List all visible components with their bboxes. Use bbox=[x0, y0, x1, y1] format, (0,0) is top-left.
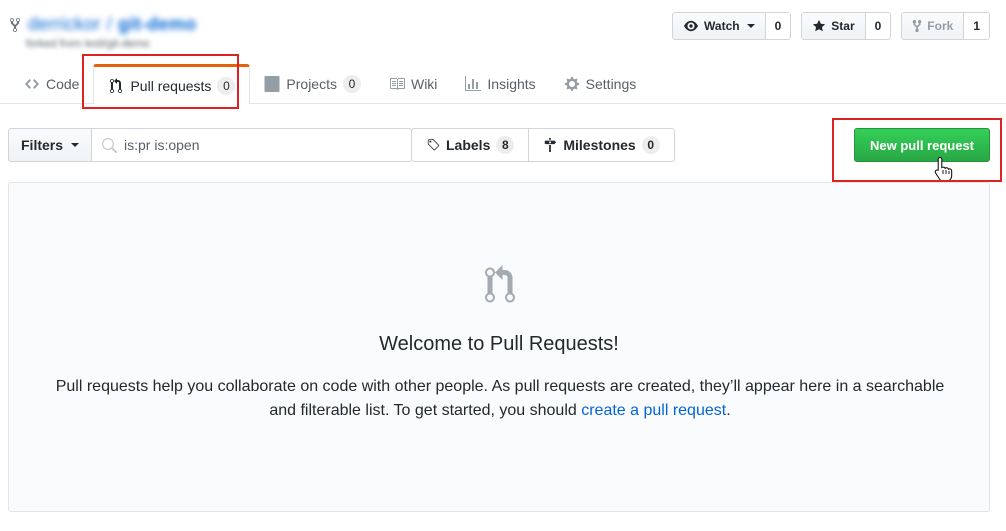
tab-label: Code bbox=[46, 76, 80, 92]
fork-count[interactable]: 1 bbox=[963, 13, 989, 39]
fork-group: Fork 1 bbox=[901, 12, 990, 40]
filters-button[interactable]: Filters bbox=[8, 128, 93, 162]
search-input[interactable] bbox=[124, 129, 405, 161]
fork-label: Fork bbox=[927, 19, 954, 33]
star-count[interactable]: 0 bbox=[864, 13, 891, 39]
milestones-label: Milestones bbox=[563, 137, 636, 153]
hand-pointer-icon bbox=[934, 156, 953, 182]
graph-icon bbox=[465, 76, 482, 91]
gear-icon bbox=[564, 77, 579, 91]
repo-owner-link[interactable]: derrickor bbox=[28, 14, 101, 35]
tab-label: Pull requests bbox=[130, 77, 212, 94]
labels-link[interactable]: Labels 8 bbox=[412, 129, 528, 161]
tab-wiki[interactable]: Wiki bbox=[375, 64, 451, 104]
tag-icon bbox=[427, 138, 440, 151]
git-pull-request-icon bbox=[110, 77, 123, 93]
desc-end: . bbox=[726, 402, 731, 419]
eye-icon bbox=[684, 20, 699, 32]
new-pull-request-button[interactable]: New pull request bbox=[854, 128, 990, 162]
chevron-down-icon bbox=[71, 143, 80, 147]
subnav: Filters bbox=[8, 128, 413, 162]
tab-label: Insights bbox=[487, 76, 536, 92]
repo-forked-icon bbox=[912, 19, 922, 33]
tab-label: Settings bbox=[585, 76, 637, 92]
book-icon bbox=[389, 78, 405, 90]
tab-settings[interactable]: Settings bbox=[550, 64, 651, 104]
watch-count[interactable]: 0 bbox=[764, 13, 791, 39]
repo-header: derrickor / git-demo forked from lesli/g… bbox=[0, 0, 1006, 105]
repo-name-link[interactable]: git-demo bbox=[118, 14, 196, 35]
blankslate-description: Pull requests help you collaborate on co… bbox=[49, 375, 951, 423]
search-icon bbox=[102, 138, 118, 153]
fork-button[interactable]: Fork bbox=[902, 13, 964, 39]
code-icon bbox=[25, 79, 39, 89]
tab-counter: 0 bbox=[342, 75, 361, 93]
search-box bbox=[92, 128, 413, 162]
labels-counter: 8 bbox=[496, 136, 515, 154]
star-label: Star bbox=[831, 19, 855, 33]
repo-nav-tabs: Code Pull requests 0 Projects 0 Wiki Ins… bbox=[10, 64, 651, 105]
tab-projects[interactable]: Projects 0 bbox=[250, 64, 375, 104]
labels-milestones: Labels 8 Milestones 0 bbox=[411, 128, 675, 162]
tab-counter: 0 bbox=[217, 76, 236, 95]
repo-forked-icon bbox=[10, 17, 21, 32]
tab-insights[interactable]: Insights bbox=[451, 64, 549, 104]
forked-from-text: forked from lesli/git-demo bbox=[26, 38, 150, 50]
watch-button[interactable]: Watch bbox=[673, 13, 765, 39]
watch-label: Watch bbox=[704, 19, 740, 33]
project-icon bbox=[264, 76, 280, 92]
watch-group: Watch 0 bbox=[672, 12, 792, 40]
chevron-down-icon bbox=[746, 24, 755, 28]
blankslate: Welcome to Pull Requests! Pull requests … bbox=[8, 182, 990, 512]
repo-actions: Watch 0 Star 0 Fork 1 bbox=[672, 12, 990, 40]
repo-title: derrickor / git-demo bbox=[8, 14, 196, 35]
milestones-link[interactable]: Milestones 0 bbox=[528, 129, 673, 161]
desc-text: Pull requests help you collaborate on co… bbox=[55, 378, 945, 419]
tab-pull-requests[interactable]: Pull requests 0 bbox=[93, 64, 251, 105]
repo-separator: / bbox=[106, 14, 113, 34]
tab-label: Wiki bbox=[410, 76, 438, 92]
git-pull-request-icon bbox=[485, 265, 515, 303]
tab-label: Projects bbox=[286, 76, 337, 92]
milestone-icon bbox=[545, 138, 557, 152]
blankslate-title: Welcome to Pull Requests! bbox=[379, 333, 619, 355]
star-group: Star 0 bbox=[801, 12, 892, 40]
labels-label: Labels bbox=[446, 137, 491, 153]
star-icon bbox=[813, 19, 826, 32]
create-pull-request-link[interactable]: create a pull request bbox=[581, 402, 726, 419]
filters-label: Filters bbox=[21, 137, 64, 153]
star-button[interactable]: Star bbox=[802, 13, 865, 39]
milestones-counter: 0 bbox=[641, 136, 660, 154]
tab-code[interactable]: Code bbox=[10, 64, 93, 104]
